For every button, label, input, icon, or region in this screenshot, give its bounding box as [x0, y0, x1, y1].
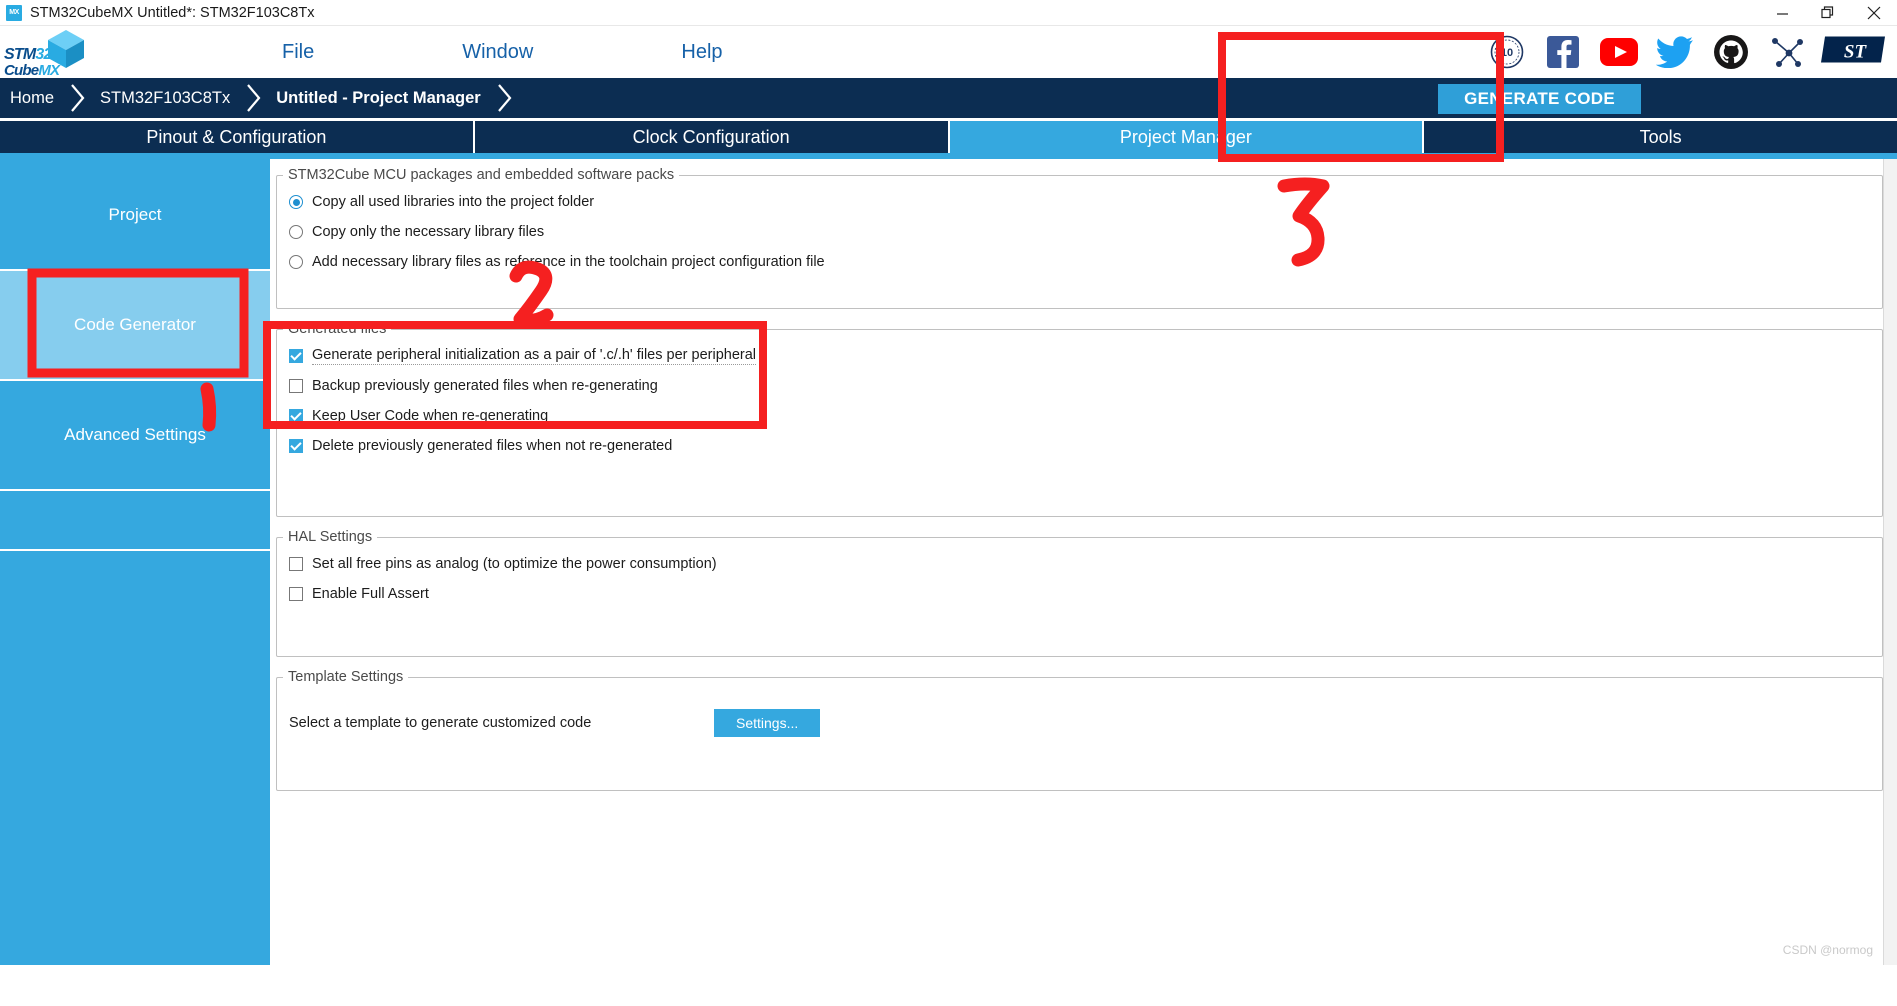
checkbox-generate-peripheral-init[interactable]	[289, 349, 303, 363]
checkbox-label-delete-generated-files: Delete previously generated files when n…	[312, 438, 673, 454]
twitter-icon[interactable]	[1653, 30, 1697, 74]
menu-help[interactable]: Help	[661, 37, 742, 68]
group-template-settings-title: Template Settings	[288, 669, 404, 685]
template-settings-description: Select a template to generate customized…	[289, 715, 592, 731]
menu-window[interactable]: Window	[442, 37, 553, 68]
template-settings-row: Select a template to generate customized…	[277, 703, 1882, 743]
cubemx-logo[interactable]: STM32 CubeMX	[0, 26, 120, 79]
checkbox-backup-generated-files[interactable]	[289, 379, 303, 393]
code-generator-panel: STM32Cube MCU packages and embedded soft…	[272, 159, 1897, 965]
radio-label-copy-all-libraries: Copy all used libraries into the project…	[312, 194, 595, 210]
breadcrumb-item-project-manager[interactable]: Untitled - Project Manager	[266, 89, 490, 108]
menu-bar: STM32 CubeMX File Window Help 10 ST	[0, 26, 1897, 79]
generate-code-button[interactable]: GENERATE CODE	[1438, 84, 1641, 114]
sidebar-item-code-generator[interactable]: Code Generator	[0, 271, 270, 381]
tab-project-manager[interactable]: Project Manager	[949, 121, 1425, 153]
radio-copy-necessary-libraries[interactable]	[289, 225, 303, 239]
checkbox-label-backup-generated-files: Backup previously generated files when r…	[312, 378, 658, 394]
youtube-icon[interactable]	[1597, 30, 1641, 74]
group-mcu-packages-title: STM32Cube MCU packages and embedded soft…	[288, 167, 675, 183]
project-manager-sidebar: Project Code Generator Advanced Settings	[0, 159, 272, 965]
tab-tools[interactable]: Tools	[1424, 121, 1897, 153]
checkbox-delete-generated-files[interactable]	[289, 439, 303, 453]
template-settings-button[interactable]: Settings...	[714, 709, 821, 737]
radio-row-copy-necessary-libraries[interactable]: Copy only the necessary library files	[277, 217, 1882, 247]
checkbox-label-enable-full-assert: Enable Full Assert	[312, 586, 429, 602]
chevron-right-icon	[64, 78, 90, 118]
radio-add-library-reference[interactable]	[289, 255, 303, 269]
minimize-icon[interactable]	[1759, 0, 1805, 26]
sidebar-item-advanced-settings[interactable]: Advanced Settings	[0, 381, 270, 491]
group-template-settings: Template Settings Select a template to g…	[276, 669, 1883, 791]
radio-copy-all-libraries[interactable]	[289, 195, 303, 209]
chevron-right-icon	[491, 78, 517, 118]
svg-text:10: 10	[1501, 47, 1513, 59]
checkbox-enable-full-assert[interactable]	[289, 587, 303, 601]
facebook-icon[interactable]	[1541, 30, 1585, 74]
checkbox-row-generate-peripheral-init[interactable]: Generate peripheral initialization as a …	[277, 341, 1882, 371]
social-links: 10	[1485, 26, 1809, 78]
checkbox-row-backup-generated-files[interactable]: Backup previously generated files when r…	[277, 371, 1882, 401]
chevron-right-icon	[240, 78, 266, 118]
close-icon[interactable]	[1851, 0, 1897, 26]
main-tab-bar: Pinout & Configuration Clock Configurati…	[0, 121, 1897, 153]
radio-label-add-library-reference: Add necessary library files as reference…	[312, 254, 825, 270]
breadcrumb-item-mcu[interactable]: STM32F103C8Tx	[90, 89, 240, 108]
ten-years-badge-icon: 10	[1485, 30, 1529, 74]
panel-scrollbar[interactable]	[1883, 159, 1897, 965]
app-icon: MX	[6, 4, 22, 21]
radio-row-add-library-reference[interactable]: Add necessary library files as reference…	[277, 247, 1882, 277]
group-generated-files-title: Generated files	[288, 321, 387, 337]
checkbox-row-keep-user-code[interactable]: Keep User Code when re-generating	[277, 401, 1882, 431]
window-title: STM32CubeMX Untitled*: STM32F103C8Tx	[30, 4, 315, 21]
restore-icon[interactable]	[1805, 0, 1851, 26]
menu-item-list: File Window Help	[262, 37, 851, 68]
checkbox-row-free-pins-analog[interactable]: Set all free pins as analog (to optimize…	[277, 549, 1882, 579]
checkbox-row-enable-full-assert[interactable]: Enable Full Assert	[277, 579, 1882, 609]
tab-clock-configuration[interactable]: Clock Configuration	[474, 121, 950, 153]
sidebar-item-project[interactable]: Project	[0, 161, 270, 271]
checkbox-free-pins-analog[interactable]	[289, 557, 303, 571]
menu-file[interactable]: File	[262, 37, 334, 68]
radio-label-copy-necessary-libraries: Copy only the necessary library files	[312, 224, 545, 240]
checkbox-keep-user-code[interactable]	[289, 409, 303, 423]
main-content: Project Code Generator Advanced Settings…	[0, 159, 1897, 965]
group-hal-settings-title: HAL Settings	[288, 529, 373, 545]
title-bar: MX STM32CubeMX Untitled*: STM32F103C8Tx	[0, 0, 1897, 26]
checkbox-row-delete-generated-files[interactable]: Delete previously generated files when n…	[277, 431, 1882, 461]
st-brand-logo[interactable]: ST	[1819, 33, 1891, 72]
radio-row-copy-all-libraries[interactable]: Copy all used libraries into the project…	[277, 187, 1882, 217]
checkbox-label-keep-user-code: Keep User Code when re-generating	[312, 408, 549, 424]
breadcrumb: Home STM32F103C8Tx Untitled - Project Ma…	[0, 78, 1897, 118]
community-network-icon[interactable]	[1765, 30, 1809, 74]
group-mcu-packages: STM32Cube MCU packages and embedded soft…	[276, 167, 1883, 309]
tab-pinout-configuration[interactable]: Pinout & Configuration	[0, 121, 475, 153]
svg-text:ST: ST	[1844, 42, 1868, 63]
sidebar-filler	[0, 491, 270, 551]
logo-line-2: CubeMX	[4, 62, 60, 79]
group-hal-settings: HAL Settings Set all free pins as analog…	[276, 529, 1883, 657]
checkbox-label-free-pins-analog: Set all free pins as analog (to optimize…	[312, 556, 717, 572]
watermark: CSDN @normog	[1782, 943, 1873, 957]
github-icon[interactable]	[1709, 30, 1753, 74]
group-generated-files: Generated files Generate peripheral init…	[276, 321, 1883, 517]
breadcrumb-item-home[interactable]: Home	[0, 89, 64, 108]
window-controls	[1759, 0, 1897, 26]
checkbox-label-generate-peripheral-init: Generate peripheral initialization as a …	[312, 347, 756, 365]
